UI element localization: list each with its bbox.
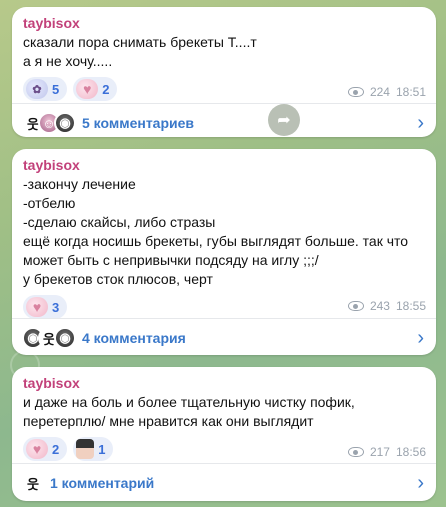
- reaction-count: 2: [102, 81, 110, 97]
- reaction-chip[interactable]: ✿ 5: [23, 77, 68, 101]
- views-icon: [347, 87, 364, 97]
- comments-label: 5 комментариев: [82, 115, 195, 131]
- comments-button[interactable]: 웃 1 комментарий ›: [12, 463, 436, 503]
- post-time: 18:55: [395, 299, 426, 313]
- chevron-right-icon: ›: [417, 111, 424, 134]
- reaction-count: 1: [98, 441, 106, 457]
- views-icon: [347, 301, 364, 311]
- chevron-right-icon: ›: [417, 326, 424, 349]
- avatar: 웃: [22, 472, 44, 494]
- comments-label: 4 комментария: [82, 330, 186, 346]
- reaction-count: 5: [52, 81, 60, 97]
- heart-icon: ♥: [26, 297, 48, 317]
- avatar: ◉: [54, 112, 76, 134]
- commenter-avatars: 웃 ☺ ◉: [22, 112, 76, 134]
- comments-button[interactable]: 웃 ☺ ◉ 5 комментариев ›: [12, 103, 436, 143]
- share-button[interactable]: ➦: [268, 104, 300, 136]
- post-text: -закончу лечение -отбелю -сделаю скайсы,…: [23, 176, 409, 287]
- girl-sticker-icon: [76, 439, 95, 459]
- channel-post: taybisox сказали пора снимать брекеты Т.…: [12, 7, 436, 137]
- post-time: 18:56: [395, 445, 426, 459]
- views-count: 224: [369, 85, 390, 99]
- channel-post: taybisox и даже на боль и более тщательн…: [12, 367, 436, 501]
- views-icon: [347, 447, 364, 457]
- channel-post: taybisox -закончу лечение -отбелю -сдела…: [12, 149, 436, 355]
- commenter-avatars: 웃: [22, 472, 44, 494]
- reaction-chip[interactable]: 1: [73, 437, 114, 461]
- post-author[interactable]: taybisox: [23, 375, 425, 391]
- post-author[interactable]: taybisox: [23, 157, 425, 173]
- reaction-chip[interactable]: ♥ 3: [23, 295, 68, 319]
- commenter-avatars: ◉ 웃 ◉: [22, 327, 76, 349]
- avatar: ◉: [54, 327, 76, 349]
- views-count: 217: [369, 445, 390, 459]
- sticker-icon: ✿: [26, 79, 48, 99]
- comments-label: 1 комментарий: [50, 475, 155, 491]
- comments-button[interactable]: ◉ 웃 ◉ 4 комментария ›: [12, 318, 436, 358]
- reaction-chip[interactable]: ♥ 2: [23, 437, 68, 461]
- reaction-count: 2: [52, 441, 60, 457]
- reaction-count: 3: [52, 299, 60, 315]
- post-author[interactable]: taybisox: [23, 15, 425, 31]
- post-meta: 224 18:51: [347, 85, 426, 99]
- views-count: 243: [369, 299, 390, 313]
- chevron-right-icon: ›: [417, 471, 424, 494]
- heart-icon: ♥: [26, 439, 48, 459]
- post-time: 18:51: [395, 85, 426, 99]
- post-text: и даже на боль и более тщательную чистку…: [23, 394, 355, 429]
- share-icon: ➦: [277, 112, 291, 129]
- reaction-chip[interactable]: ♥ 2: [73, 77, 118, 101]
- post-meta: 217 18:56: [347, 445, 426, 459]
- heart-icon: ♥: [76, 79, 99, 99]
- post-text: сказали пора снимать брекеты Т....т а я …: [23, 34, 257, 69]
- post-meta: 243 18:55: [347, 299, 426, 313]
